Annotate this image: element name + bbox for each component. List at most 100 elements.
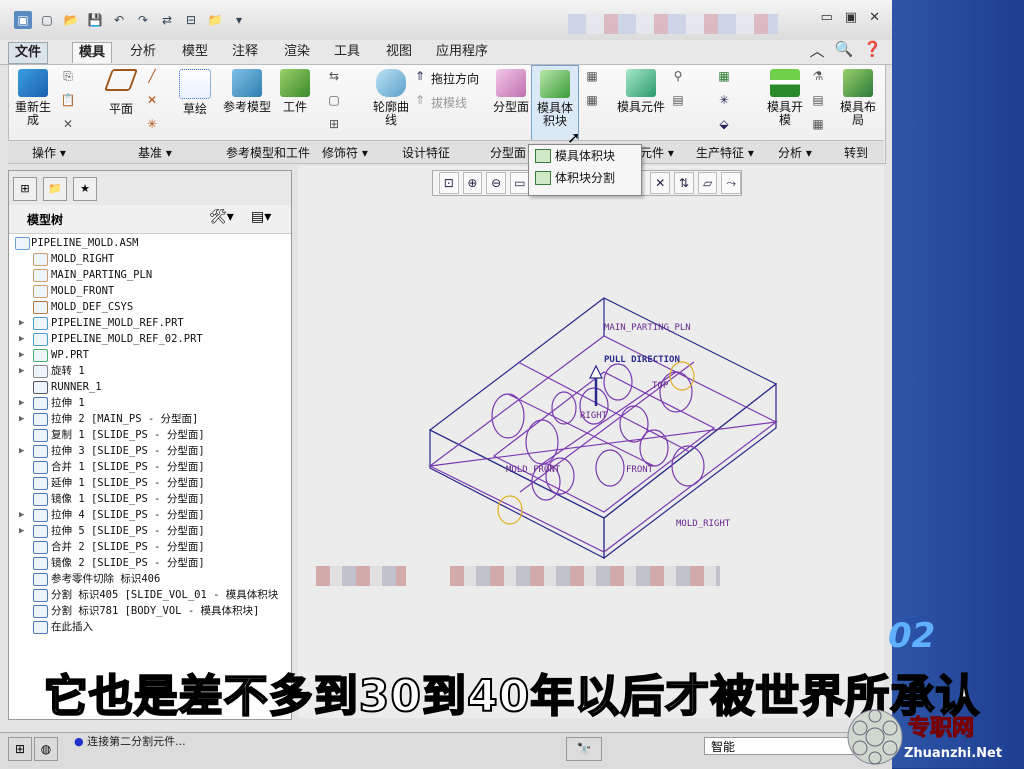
- maximize-icon[interactable]: ▣: [845, 10, 857, 25]
- minimize-icon[interactable]: ▭: [821, 10, 833, 25]
- expand-icon[interactable]: ▶: [19, 395, 29, 411]
- tree-row[interactable]: ▶ PIPELINE_MOLD_REF_02.PRT: [9, 331, 291, 347]
- tab-analysis[interactable]: 分析: [124, 42, 162, 62]
- folder-browser-tab-icon[interactable]: 📁: [43, 177, 67, 201]
- production-1-icon[interactable]: ▦: [715, 69, 733, 85]
- graphics-area[interactable]: MAIN_PARTING_PLN PULL DIRECTION TOP RIGH…: [298, 166, 884, 718]
- model-tree-tab-icon[interactable]: ⊞: [13, 177, 37, 201]
- group-components[interactable]: 元件 ▾: [640, 144, 674, 161]
- annotation-display-icon[interactable]: ⤳: [721, 172, 742, 194]
- mold-layout-button[interactable]: 模具布局: [837, 69, 879, 127]
- group-production[interactable]: 生产特征 ▾: [696, 144, 754, 161]
- production-3-icon[interactable]: ⬙: [715, 117, 733, 133]
- point-icon[interactable]: ✕: [143, 93, 161, 109]
- favorites-tab-icon[interactable]: ★: [73, 177, 97, 201]
- volume-tool-1-icon[interactable]: ▦: [583, 69, 601, 85]
- tree-row[interactable]: ▶ 拉伸 2 [MAIN_PS - 分型面]: [9, 411, 291, 427]
- group-datum[interactable]: 基准 ▾: [138, 144, 172, 161]
- tree-row[interactable]: 复制 1 [SLIDE_PS - 分型面]: [9, 427, 291, 443]
- tree-row[interactable]: 分割 标识405 [SLIDE_VOL_01 - 模具体积块: [9, 587, 291, 603]
- drag-direction-label[interactable]: 拖拉方向: [431, 70, 479, 87]
- drag-direction-icon[interactable]: ⇑: [411, 69, 429, 85]
- paste-icon[interactable]: 📋: [59, 93, 77, 109]
- folder-icon[interactable]: 📁: [206, 11, 224, 29]
- parting-surface-button[interactable]: 分型面: [491, 69, 531, 114]
- saved-views-icon[interactable]: ▱: [697, 172, 718, 194]
- tree-row[interactable]: ▶ 拉伸 1: [9, 395, 291, 411]
- tree-settings-icon[interactable]: 🛠▾: [209, 209, 234, 225]
- expand-icon[interactable]: ▶: [19, 507, 29, 523]
- selection-filter[interactable]: 智能: [704, 737, 864, 755]
- expand-icon[interactable]: ▶: [19, 347, 29, 363]
- tab-annotate[interactable]: 注释: [226, 42, 264, 62]
- status-tree-icon[interactable]: ⊞: [8, 737, 32, 761]
- tree-row[interactable]: MOLD_RIGHT: [9, 251, 291, 267]
- analysis-2-icon[interactable]: ▤: [809, 93, 827, 109]
- tree-row[interactable]: MOLD_FRONT: [9, 283, 291, 299]
- production-2-icon[interactable]: ✳: [715, 93, 733, 109]
- tree-row[interactable]: ▶ WP.PRT: [9, 347, 291, 363]
- sketch-button[interactable]: 草绘: [175, 69, 215, 116]
- tree-row[interactable]: PIPELINE_MOLD.ASM: [9, 235, 291, 251]
- tree-row[interactable]: 分割 标识781 [BODY_VOL - 模具体积块]: [9, 603, 291, 619]
- app-icon[interactable]: ▣: [14, 11, 32, 29]
- tree-row[interactable]: MAIN_PARTING_PLN: [9, 267, 291, 283]
- tree-row[interactable]: ▶ 拉伸 4 [SLIDE_PS - 分型面]: [9, 507, 291, 523]
- regenerate-button[interactable]: 重新生成: [11, 69, 55, 127]
- tab-tools[interactable]: 工具: [328, 42, 366, 62]
- delete-icon[interactable]: ✕: [59, 117, 77, 133]
- modifier-1-icon[interactable]: ⇆: [325, 69, 343, 85]
- volume-tool-2-icon[interactable]: ▦: [583, 93, 601, 109]
- collapse-ribbon-icon[interactable]: ︿: [810, 40, 825, 61]
- component-tool-1-icon[interactable]: ⚲: [669, 69, 687, 85]
- save-icon[interactable]: 💾: [86, 11, 104, 29]
- menu-item-mold-volume[interactable]: 模具体积块: [529, 145, 641, 167]
- window-icon[interactable]: ⊟: [182, 11, 200, 29]
- new-icon[interactable]: ▢: [38, 11, 56, 29]
- tree-row[interactable]: 延伸 1 [SLIDE_PS - 分型面]: [9, 475, 291, 491]
- analysis-3-icon[interactable]: ▦: [809, 117, 827, 133]
- expand-icon[interactable]: ▶: [19, 411, 29, 427]
- component-tool-2-icon[interactable]: ▤: [669, 93, 687, 109]
- tree-row[interactable]: 合并 2 [SLIDE_PS - 分型面]: [9, 539, 291, 555]
- modifier-3-icon[interactable]: ⊞: [325, 117, 343, 133]
- spin-center-icon[interactable]: ⇅: [674, 172, 694, 194]
- tree-row[interactable]: ▶ 拉伸 5 [SLIDE_PS - 分型面]: [9, 523, 291, 539]
- analysis-1-icon[interactable]: ⚗: [809, 69, 827, 85]
- undo-icon[interactable]: ↶: [110, 11, 128, 29]
- mold-component-button[interactable]: 模具元件: [617, 69, 665, 114]
- tree-row[interactable]: 在此插入: [9, 619, 291, 635]
- open-icon[interactable]: 📂: [62, 11, 80, 29]
- tree-columns-icon[interactable]: ▤▾: [251, 209, 271, 225]
- tree-row[interactable]: 镜像 2 [SLIDE_PS - 分型面]: [9, 555, 291, 571]
- tab-model[interactable]: 模型: [176, 42, 214, 62]
- profile-curve-button[interactable]: 轮廓曲线: [369, 69, 413, 127]
- csys-icon[interactable]: ✳: [143, 117, 161, 133]
- customize-icon[interactable]: ▾: [230, 11, 248, 29]
- zoom-in-icon[interactable]: ⊕: [462, 172, 483, 194]
- workpiece-button[interactable]: 工件: [273, 69, 317, 114]
- repaint-icon[interactable]: ▭: [509, 172, 530, 194]
- redo-icon[interactable]: ↷: [134, 11, 152, 29]
- copy-icon[interactable]: ⎘: [59, 69, 77, 85]
- tree-row[interactable]: MOLD_DEF_CSYS: [9, 299, 291, 315]
- tree-row[interactable]: RUNNER_1: [9, 379, 291, 395]
- tree-row[interactable]: ▶ PIPELINE_MOLD_REF.PRT: [9, 315, 291, 331]
- search-icon[interactable]: 🔍: [835, 40, 854, 61]
- tree-row[interactable]: 镜像 1 [SLIDE_PS - 分型面]: [9, 491, 291, 507]
- axis-icon[interactable]: ╱: [143, 69, 161, 85]
- group-modifiers[interactable]: 修饰符 ▾: [322, 144, 368, 161]
- tree-row[interactable]: ▶ 拉伸 3 [SLIDE_PS - 分型面]: [9, 443, 291, 459]
- tab-mold[interactable]: 模具: [72, 42, 113, 63]
- menu-item-volume-split[interactable]: 体积块分割: [529, 167, 641, 189]
- expand-icon[interactable]: ▶: [19, 363, 29, 379]
- tab-render[interactable]: 渲染: [278, 42, 316, 62]
- tree-row[interactable]: ▶ 旋转 1: [9, 363, 291, 379]
- close-icon[interactable]: ✕: [869, 10, 880, 25]
- expand-icon[interactable]: ▶: [19, 315, 29, 331]
- help-icon[interactable]: ❓: [863, 40, 882, 61]
- tab-file[interactable]: 文件: [8, 42, 49, 64]
- expand-icon[interactable]: ▶: [19, 331, 29, 347]
- tab-view[interactable]: 视图: [380, 42, 418, 62]
- find-icon[interactable]: 🔭: [566, 737, 602, 761]
